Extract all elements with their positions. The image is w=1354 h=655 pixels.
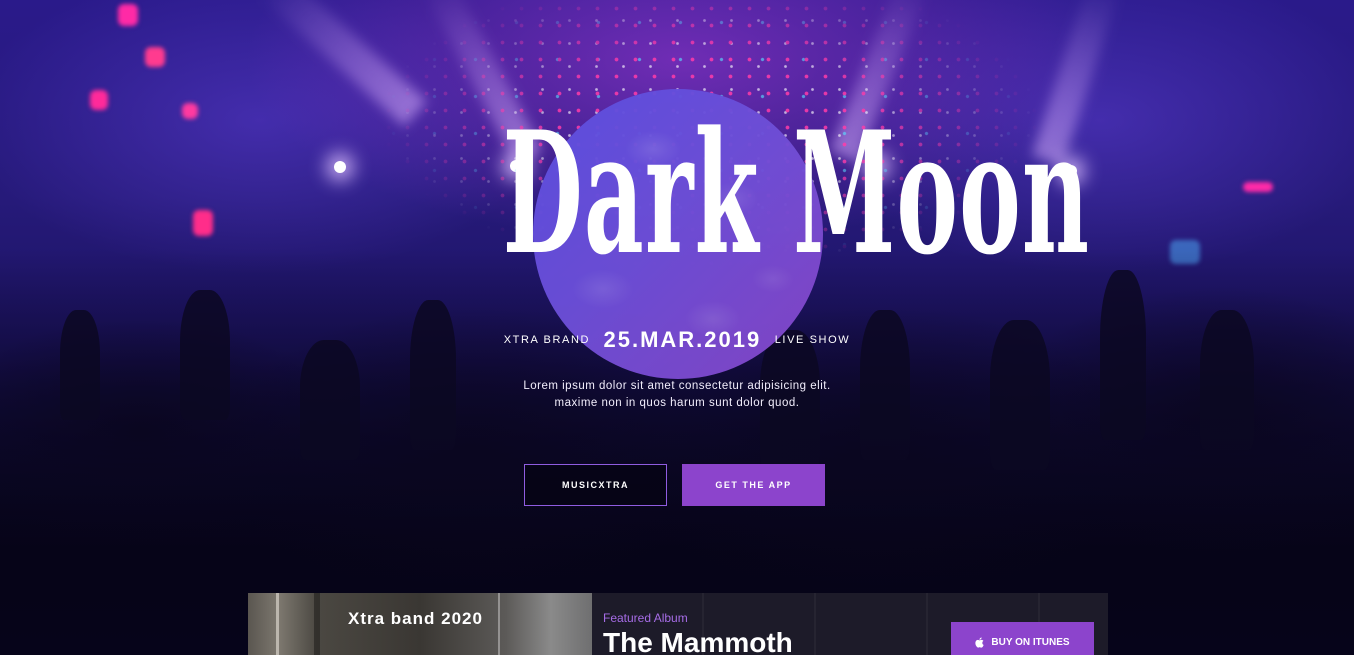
album-cover: Xtra band 2020: [248, 593, 592, 655]
event-date: 25.MAR.2019: [603, 327, 762, 352]
album-kicker: Featured Album: [603, 611, 688, 625]
hero-section: Dark Moon XTRA BRAND 25.MAR.2019 LIVE SH…: [0, 0, 1354, 655]
buy-on-itunes-button[interactable]: BUY ON ITUNES: [951, 622, 1094, 655]
bokeh-light: [193, 210, 213, 236]
bokeh-light: [90, 90, 108, 110]
hero-description: Lorem ipsum dolor sit amet consectetur a…: [427, 378, 927, 412]
bokeh-light: [145, 47, 165, 67]
album-cover-title: Xtra band 2020: [348, 609, 483, 628]
page-title: Dark Moon: [502, 94, 1091, 292]
bokeh-light: [118, 4, 138, 26]
album-info: Featured Album The Mammoth: [603, 611, 793, 655]
album-name: The Mammoth: [603, 627, 793, 655]
brand-label: XTRA BRAND: [503, 334, 591, 346]
buy-on-itunes-label: BUY ON ITUNES: [991, 636, 1070, 648]
description-line: maxime non in quos harum sunt dolor quod…: [554, 397, 800, 409]
featured-album-card: Xtra band 2020 Featured Album The Mammot…: [248, 593, 1108, 655]
apple-icon: [975, 636, 985, 648]
get-the-app-button[interactable]: GET THE APP: [682, 464, 825, 506]
musicxtra-button-label: MUSICXTRA: [562, 480, 629, 490]
description-line: Lorem ipsum dolor sit amet consectetur a…: [523, 380, 831, 392]
event-dateline: XTRA BRAND 25.MAR.2019 LIVE SHOW: [0, 327, 1354, 353]
stage-light: [334, 161, 346, 173]
musicxtra-button[interactable]: MUSICXTRA: [524, 464, 667, 506]
get-the-app-button-label: GET THE APP: [715, 480, 792, 490]
bokeh-light: [182, 103, 198, 119]
bokeh-light: [1243, 182, 1273, 192]
event-type-label: LIVE SHOW: [774, 334, 851, 346]
